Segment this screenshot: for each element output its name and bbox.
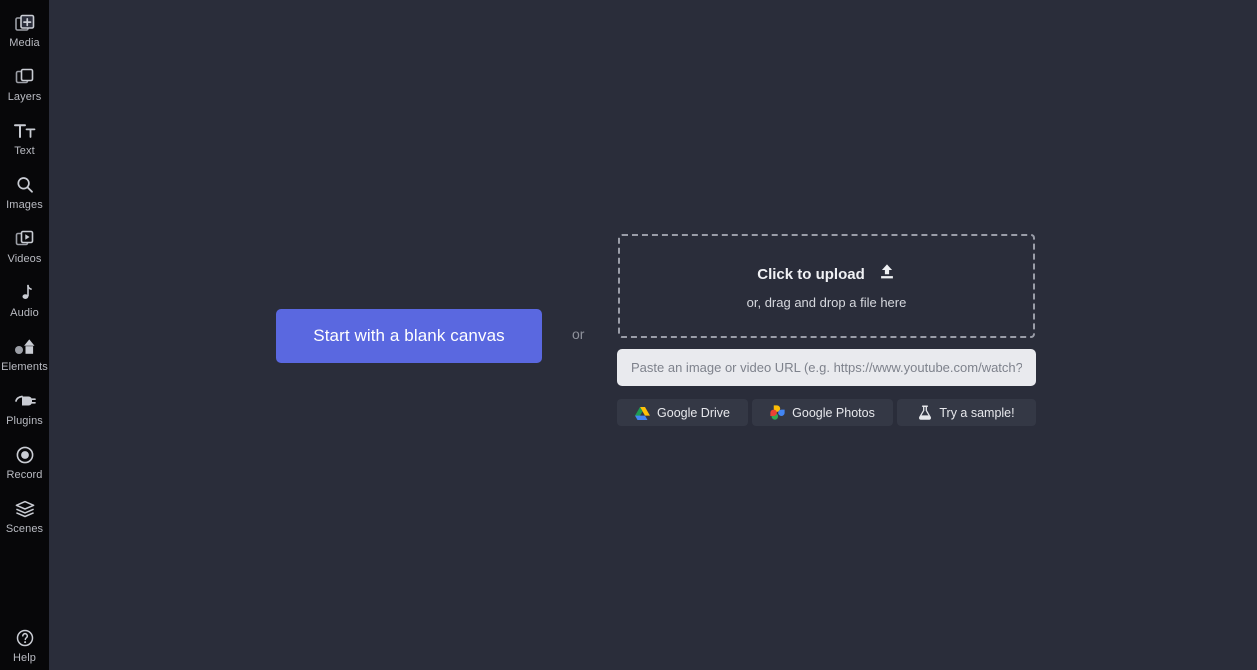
sidebar-item-label: Text (14, 145, 35, 157)
music-note-icon (13, 282, 37, 304)
upload-arrow-icon (878, 263, 896, 286)
sidebar-item-label: Scenes (6, 523, 43, 535)
try-sample-button[interactable]: Try a sample! (897, 399, 1036, 426)
sidebar-item-videos[interactable]: Videos (0, 224, 49, 278)
sidebar-item-record[interactable]: Record (0, 440, 49, 494)
sidebar-item-label: Help (13, 652, 36, 664)
sidebar-item-label: Elements (1, 361, 48, 373)
video-icon (13, 228, 37, 250)
google-photos-label: Google Photos (792, 406, 875, 420)
left-sidebar: Media Layers Text (0, 0, 49, 670)
upload-dropzone[interactable]: Click to upload or, drag and drop a file… (618, 234, 1035, 338)
main-content: Start with a blank canvas or Click to up… (49, 0, 1257, 670)
question-circle-icon (13, 627, 37, 649)
google-photos-icon (770, 405, 785, 420)
flask-icon (918, 405, 932, 420)
sidebar-item-label: Media (9, 37, 39, 49)
sidebar-item-label: Images (6, 199, 43, 211)
sidebar-item-elements[interactable]: Elements (0, 332, 49, 386)
sidebar-item-plugins[interactable]: Plugins (0, 386, 49, 440)
google-drive-button[interactable]: Google Drive (617, 399, 748, 426)
sidebar-item-media[interactable]: Media (0, 8, 49, 62)
sidebar-item-label: Layers (8, 91, 42, 103)
record-circle-icon (13, 444, 37, 466)
source-buttons-row: Google Drive Google Photos (617, 399, 1036, 426)
dropzone-title-row: Click to upload (757, 263, 896, 286)
google-drive-icon (635, 406, 650, 420)
media-add-icon (13, 12, 37, 34)
sidebar-item-label: Audio (10, 307, 39, 319)
sidebar-item-scenes[interactable]: Scenes (0, 494, 49, 548)
try-sample-label: Try a sample! (939, 406, 1014, 420)
dropzone-subtitle: or, drag and drop a file here (747, 295, 907, 310)
sidebar-item-audio[interactable]: Audio (0, 278, 49, 332)
sidebar-item-label: Plugins (6, 415, 43, 427)
media-url-input[interactable] (617, 349, 1036, 386)
shapes-icon (13, 336, 37, 358)
stack-icon (13, 498, 37, 520)
layers-icon (13, 66, 37, 88)
sidebar-item-text[interactable]: Text (0, 116, 49, 170)
plug-icon (13, 390, 37, 412)
google-drive-label: Google Drive (657, 406, 730, 420)
start-blank-canvas-button[interactable]: Start with a blank canvas (276, 309, 542, 363)
dropzone-title: Click to upload (757, 266, 865, 283)
search-icon (13, 174, 37, 196)
text-icon (13, 120, 37, 142)
sidebar-item-images[interactable]: Images (0, 170, 49, 224)
sidebar-item-help[interactable]: Help (0, 627, 49, 670)
app-root: Media Layers Text (0, 0, 1257, 670)
sidebar-item-label: Videos (7, 253, 41, 265)
or-divider-label: or (572, 326, 584, 342)
sidebar-item-layers[interactable]: Layers (0, 62, 49, 116)
google-photos-button[interactable]: Google Photos (752, 399, 893, 426)
sidebar-item-label: Record (6, 469, 42, 481)
